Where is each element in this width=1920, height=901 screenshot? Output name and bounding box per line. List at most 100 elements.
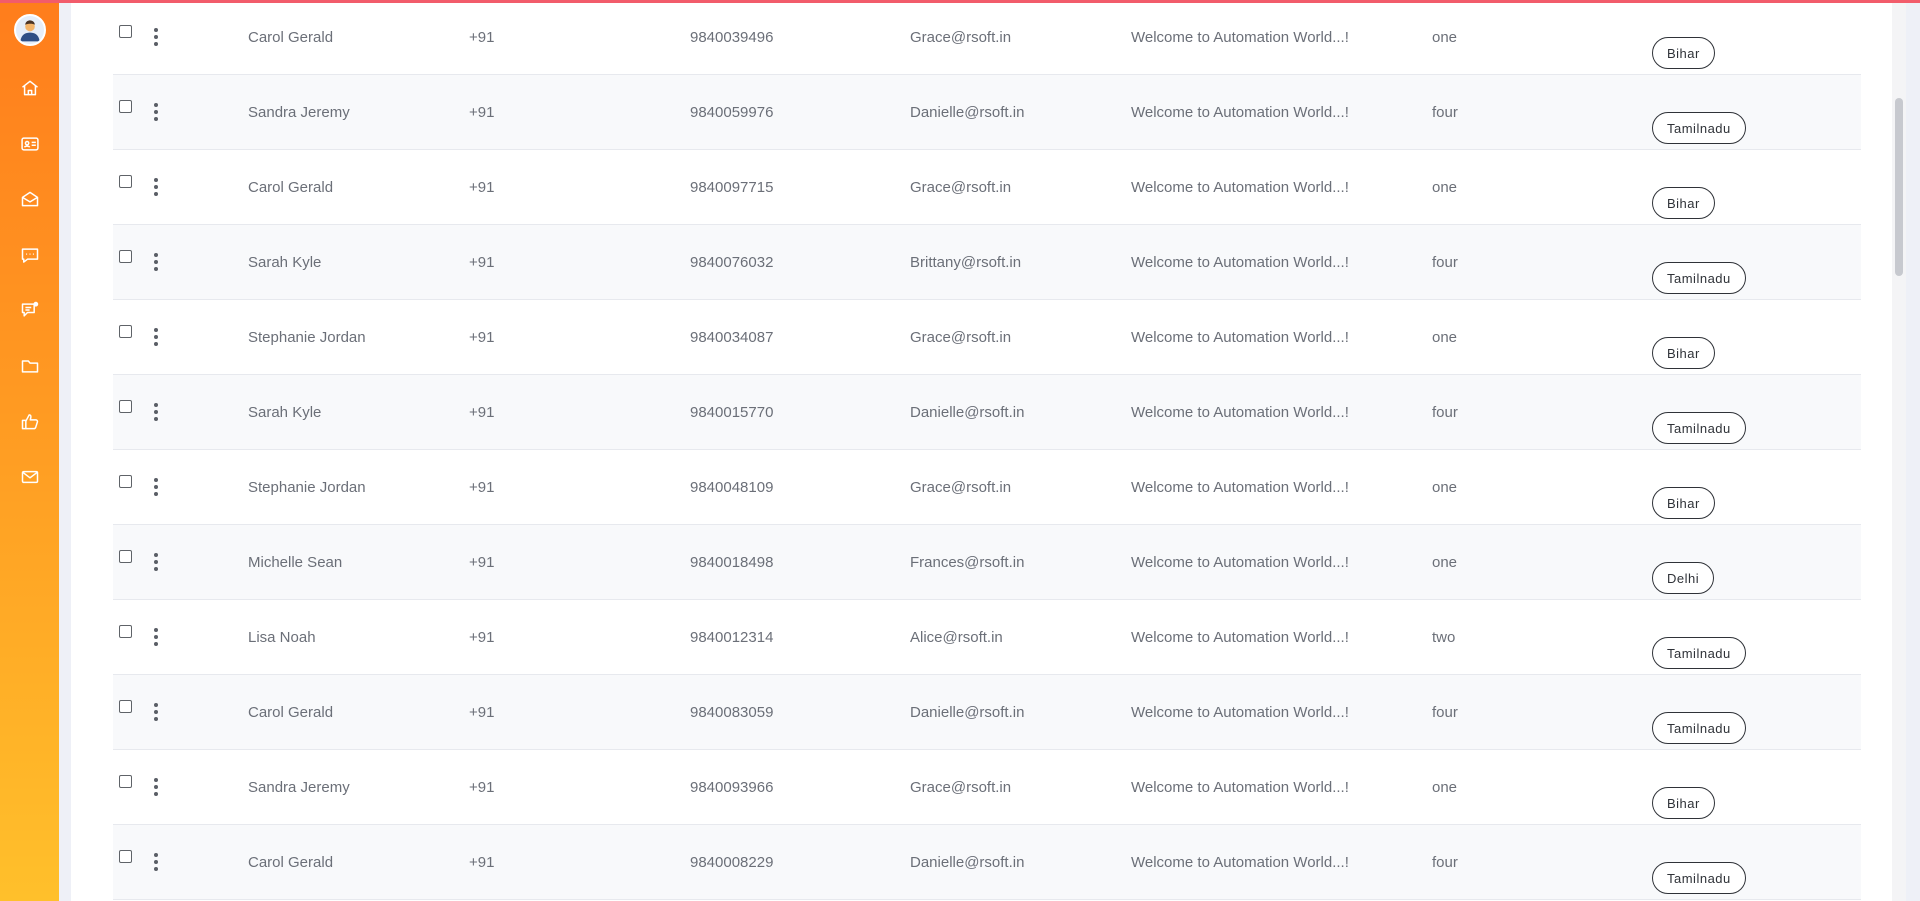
cell-message: Welcome to Automation World...!: [1131, 254, 1349, 271]
row-menu-icon[interactable]: [152, 553, 160, 571]
user-avatar[interactable]: [14, 14, 46, 46]
cell-email: Grace@rsoft.in: [910, 479, 1012, 496]
row-checkbox[interactable]: [119, 100, 132, 113]
cell-name: Sarah Kyle: [248, 254, 322, 271]
cell-message: Welcome to Automation World...!: [1131, 854, 1349, 871]
home-icon[interactable]: [19, 77, 41, 99]
cell-name: Sandra Jeremy: [248, 779, 350, 796]
cell-number: one: [1432, 554, 1458, 571]
row-menu-icon[interactable]: [152, 403, 160, 421]
row-checkbox[interactable]: [119, 625, 132, 638]
cell-country-code: +91: [469, 404, 495, 421]
cell-name: Carol Gerald: [248, 854, 334, 871]
main-content: Carol Gerald +91 9840039496 Grace@rsoft.in W…: [71, 0, 1906, 901]
row-menu-icon[interactable]: [152, 703, 160, 721]
cell-email: Danielle@rsoft.in: [910, 104, 1025, 121]
row-menu-icon[interactable]: [152, 178, 160, 196]
cell-country-code: +91: [469, 479, 495, 496]
cell-number: four: [1432, 704, 1458, 721]
row-menu-icon[interactable]: [152, 253, 160, 271]
row-checkbox[interactable]: [119, 475, 132, 488]
row-menu-icon[interactable]: [152, 778, 160, 796]
table-row: Stephanie Jordan +91 9840048109 Grace@rsoft…: [113, 450, 1861, 525]
row-checkbox[interactable]: [119, 175, 132, 188]
cell-name: Carol Gerald: [248, 179, 334, 196]
cell-phone: 9840018498: [690, 554, 774, 571]
cell-number: one: [1432, 479, 1458, 496]
cell-name: Lisa Noah: [248, 629, 316, 646]
state-badge[interactable]: Tamilnadu: [1652, 262, 1746, 294]
row-checkbox[interactable]: [119, 850, 132, 863]
row-menu-icon[interactable]: [152, 853, 160, 871]
cell-message: Welcome to Automation World...!: [1131, 104, 1349, 121]
row-checkbox[interactable]: [119, 25, 132, 38]
state-badge[interactable]: Tamilnadu: [1652, 862, 1746, 894]
cell-phone: 9840059976: [690, 104, 774, 121]
cell-name: Michelle Sean: [248, 554, 343, 571]
state-badge[interactable]: Bihar: [1652, 787, 1715, 819]
state-badge[interactable]: Delhi: [1652, 562, 1715, 594]
cell-phone: 9840034087: [690, 329, 774, 346]
chat-icon[interactable]: [19, 244, 41, 266]
cell-number: two: [1432, 629, 1456, 646]
state-badge[interactable]: Bihar: [1652, 37, 1715, 69]
row-checkbox[interactable]: [119, 250, 132, 263]
scrollbar-thumb[interactable]: [1895, 98, 1903, 276]
row-checkbox[interactable]: [119, 325, 132, 338]
cell-name: Sarah Kyle: [248, 404, 322, 421]
cell-name: Stephanie Jordan: [248, 329, 366, 346]
cell-country-code: +91: [469, 29, 495, 46]
cell-number: one: [1432, 329, 1458, 346]
sidebar: [0, 0, 59, 901]
row-menu-icon[interactable]: [152, 103, 160, 121]
table-row: Sandra Jeremy +91 9840093966 Grace@rsoft.in…: [113, 750, 1861, 825]
row-checkbox[interactable]: [119, 700, 132, 713]
cell-message: Welcome to Automation World...!: [1131, 554, 1349, 571]
cell-message: Welcome to Automation World...!: [1131, 404, 1349, 421]
cell-name: Carol Gerald: [248, 704, 334, 721]
row-checkbox[interactable]: [119, 775, 132, 788]
state-badge[interactable]: Bihar: [1652, 487, 1715, 519]
row-checkbox[interactable]: [119, 550, 132, 563]
app-window: Carol Gerald +91 9840039496 Grace@rsoft.in W…: [0, 0, 1920, 901]
state-badge[interactable]: Bihar: [1652, 337, 1715, 369]
contacts-table: Carol Gerald +91 9840039496 Grace@rsoft.in W…: [113, 0, 1861, 900]
cell-number: four: [1432, 254, 1458, 271]
cell-email: Grace@rsoft.in: [910, 779, 1012, 796]
cell-email: Danielle@rsoft.in: [910, 404, 1025, 421]
cell-email: Frances@rsoft.in: [910, 554, 1025, 571]
vertical-scrollbar[interactable]: [1892, 0, 1906, 901]
state-badge[interactable]: Tamilnadu: [1652, 112, 1746, 144]
cell-email: Grace@rsoft.in: [910, 329, 1012, 346]
cell-message: Welcome to Automation World...!: [1131, 629, 1349, 646]
state-badge[interactable]: Tamilnadu: [1652, 712, 1746, 744]
id-card-icon[interactable]: [19, 133, 41, 155]
state-badge[interactable]: Tamilnadu: [1652, 412, 1746, 444]
table-row: Carol Gerald +91 9840008229 Danielle@rsoft.…: [113, 825, 1861, 900]
cell-number: one: [1432, 29, 1458, 46]
notes-icon[interactable]: [19, 299, 41, 321]
table-row: Carol Gerald +91 9840083059 Danielle@rsoft.…: [113, 675, 1861, 750]
cell-message: Welcome to Automation World...!: [1131, 179, 1349, 196]
state-badge[interactable]: Bihar: [1652, 187, 1715, 219]
row-menu-icon[interactable]: [152, 328, 160, 346]
table-row: Sarah Kyle +91 9840076032 Brittany@rsoft.in…: [113, 225, 1861, 300]
row-menu-icon[interactable]: [152, 28, 160, 46]
cell-message: Welcome to Automation World...!: [1131, 479, 1349, 496]
envelope-icon[interactable]: [19, 466, 41, 488]
cell-number: four: [1432, 404, 1458, 421]
row-menu-icon[interactable]: [152, 478, 160, 496]
cell-email: Grace@rsoft.in: [910, 179, 1012, 196]
folder-icon[interactable]: [19, 355, 41, 377]
row-menu-icon[interactable]: [152, 628, 160, 646]
thumbs-up-icon[interactable]: [19, 411, 41, 433]
cell-country-code: +91: [469, 179, 495, 196]
state-badge[interactable]: Tamilnadu: [1652, 637, 1746, 669]
mail-open-icon[interactable]: [19, 188, 41, 210]
cell-phone: 9840097715: [690, 179, 774, 196]
cell-message: Welcome to Automation World...!: [1131, 779, 1349, 796]
table-row: Carol Gerald +91 9840039496 Grace@rsoft.in W…: [113, 0, 1861, 75]
table-row: Lisa Noah +91 9840012314 Alice@rsoft.in Welc…: [113, 600, 1861, 675]
row-checkbox[interactable]: [119, 400, 132, 413]
cell-phone: 9840039496: [690, 29, 774, 46]
